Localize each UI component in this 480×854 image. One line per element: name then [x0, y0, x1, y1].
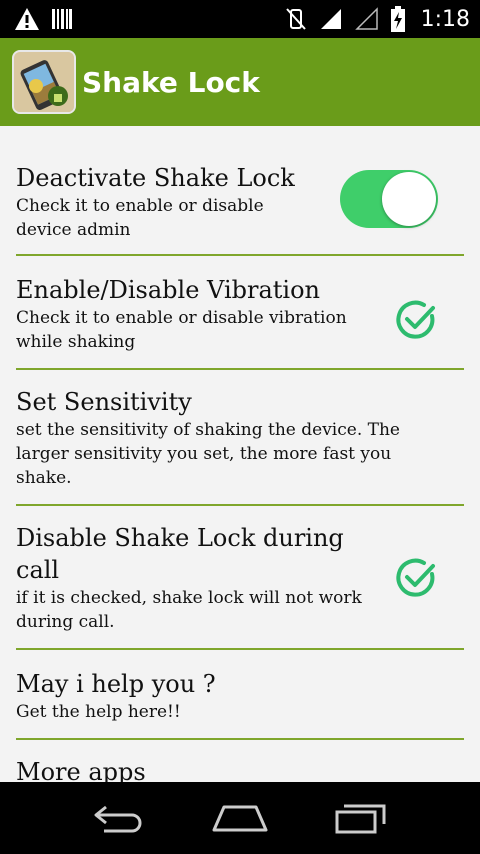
vibrate-off-icon	[285, 8, 306, 30]
navigation-bar	[0, 782, 480, 854]
app-logo-icon	[12, 50, 76, 114]
setting-summary: Check it to enable or disable vibration …	[16, 308, 347, 352]
setting-title: Deactivate Shake Lock	[16, 164, 295, 192]
setting-title: May i help you ?	[16, 670, 216, 698]
setting-sensitivity[interactable]: Set Sensitivity set the sensitivity of s…	[16, 386, 464, 506]
setting-help[interactable]: May i help you ? Get the help here!!	[16, 668, 464, 740]
setting-more-apps[interactable]: More apps	[16, 756, 464, 782]
vibration-check-icon[interactable]	[394, 298, 438, 342]
setting-title: Disable Shake Lock during call	[16, 524, 344, 584]
toggle-knob	[382, 172, 436, 226]
setting-disable-during-call[interactable]: Disable Shake Lock during call if it is …	[16, 522, 464, 650]
deactivate-toggle[interactable]	[340, 170, 438, 228]
setting-summary: set the sensitivity of shaking the devic…	[16, 420, 400, 488]
warning-icon	[15, 8, 39, 30]
back-icon[interactable]	[92, 803, 146, 833]
setting-summary: if it is checked, shake lock will not wo…	[16, 588, 362, 632]
cell-signal-icon	[320, 9, 341, 29]
battery-icon	[390, 6, 405, 32]
setting-title: More apps	[16, 758, 146, 782]
status-bar: 1:18	[0, 0, 480, 38]
during-call-check-icon[interactable]	[394, 556, 438, 600]
recent-apps-icon[interactable]	[334, 802, 388, 834]
setting-deactivate-shake-lock[interactable]: Deactivate Shake Lock Check it to enable…	[16, 162, 464, 256]
action-bar: Shake Lock	[0, 38, 480, 126]
home-icon[interactable]	[211, 803, 269, 833]
settings-list[interactable]: Deactivate Shake Lock Check it to enable…	[0, 126, 480, 782]
setting-title: Set Sensitivity	[16, 388, 192, 416]
setting-summary: Check it to enable or disable device adm…	[16, 196, 264, 240]
status-clock: 1:18	[420, 6, 470, 32]
wifi-signal-icon	[354, 7, 378, 30]
barcode-icon	[52, 9, 72, 29]
setting-summary: Get the help here!!	[16, 702, 181, 722]
app-title: Shake Lock	[82, 65, 260, 99]
setting-vibration[interactable]: Enable/Disable Vibration Check it to ena…	[16, 274, 464, 370]
